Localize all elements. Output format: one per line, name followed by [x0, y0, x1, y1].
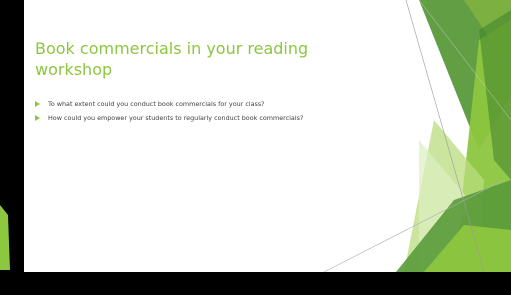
frame-left-green-sliver [0, 205, 10, 270]
presentation-frame: Book commercials in your reading worksho… [0, 0, 511, 295]
frame-left-accent [0, 205, 10, 270]
slide: Book commercials in your reading worksho… [24, 0, 511, 272]
slide-title: Book commercials in your reading worksho… [35, 39, 309, 79]
bullet-text: To what extent could you conduct book co… [48, 100, 265, 108]
bullet-item: To what extent could you conduct book co… [35, 100, 365, 108]
bullet-arrow-icon [35, 101, 40, 107]
bullet-item: How could you empower your students to r… [35, 114, 365, 122]
bullet-arrow-icon [35, 115, 40, 121]
bullet-list: To what extent could you conduct book co… [35, 100, 365, 128]
bullet-text: How could you empower your students to r… [48, 114, 304, 122]
